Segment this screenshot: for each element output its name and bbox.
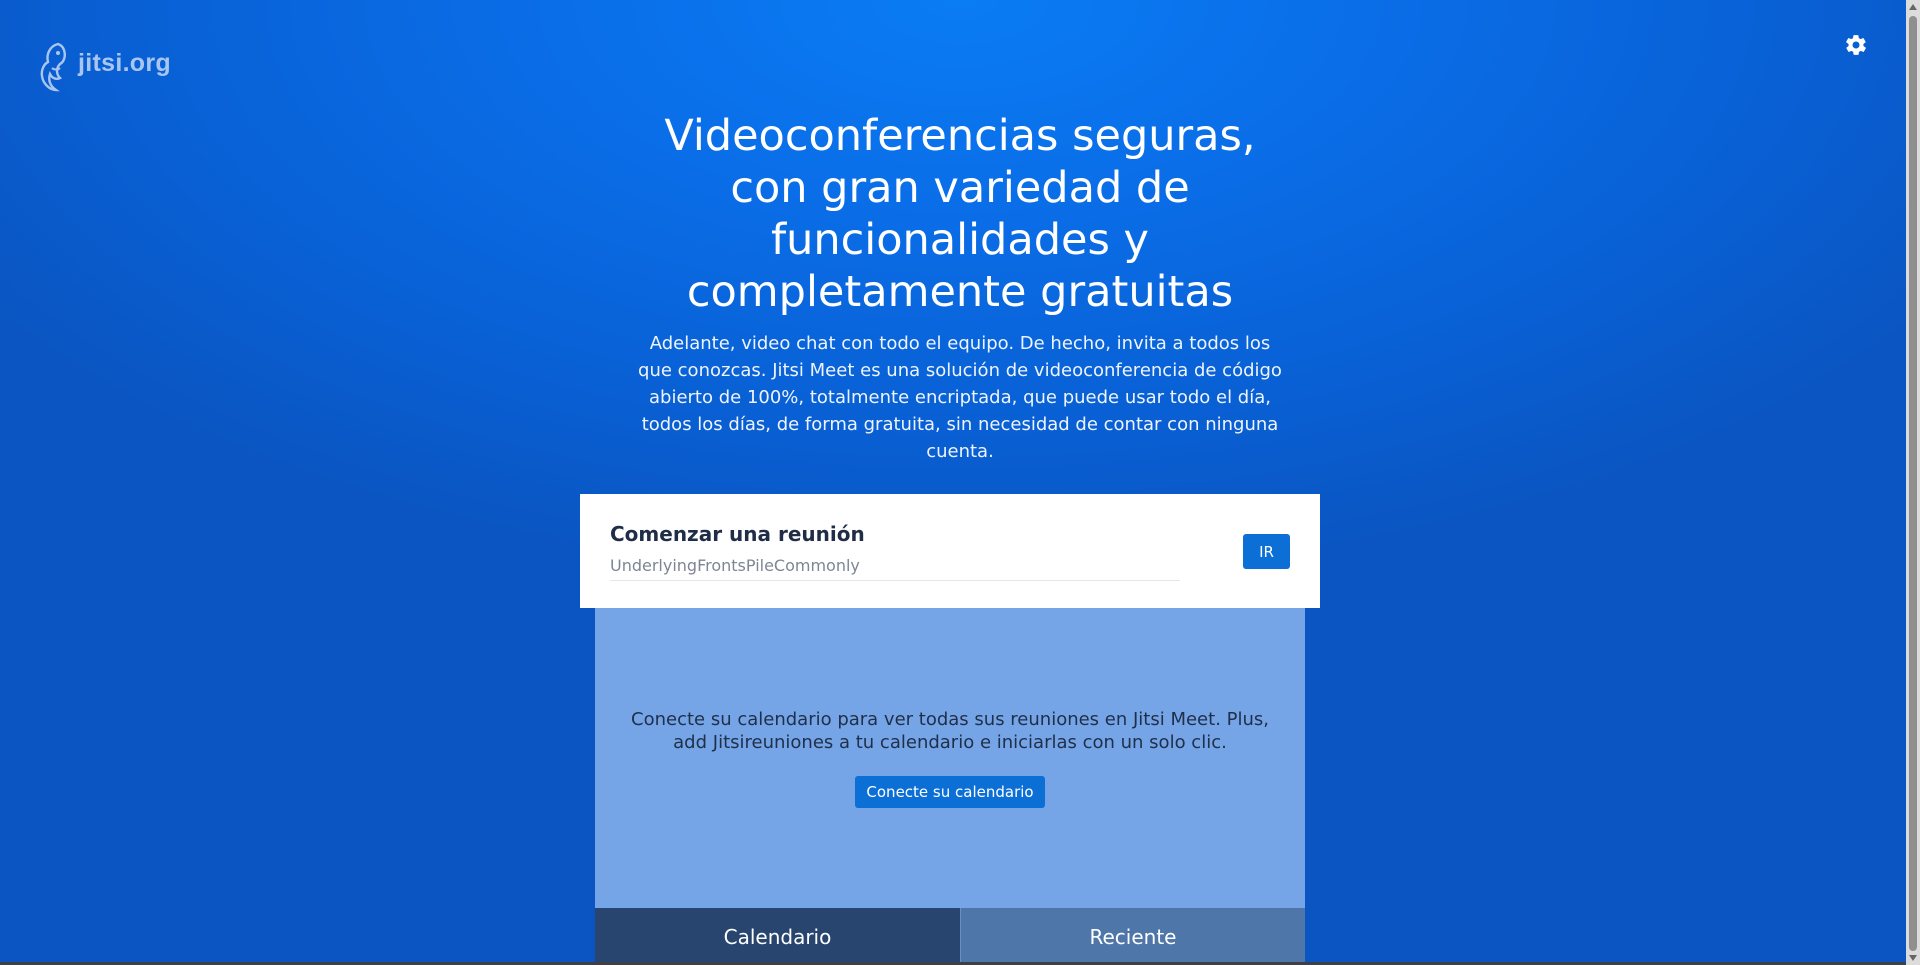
hero-description: Adelante, video chat con todo el equipo.…: [638, 333, 1282, 462]
scrollbar-thumb[interactable]: [1909, 16, 1917, 951]
tab-bar: Calendario Reciente: [595, 908, 1305, 965]
tab-recent[interactable]: Reciente: [960, 908, 1305, 965]
jitsi-logo[interactable]: jitsi.org: [36, 40, 171, 94]
settings-button[interactable]: [1844, 33, 1868, 57]
vertical-scrollbar[interactable]: [1906, 0, 1920, 965]
tab-calendar[interactable]: Calendario: [595, 908, 960, 965]
scroll-up-arrow-icon[interactable]: [1909, 4, 1917, 10]
logo-text: jitsi.org: [78, 48, 171, 77]
calendar-panel: Conecte su calendario para ver todas sus…: [595, 608, 1305, 908]
jitsi-mascot-icon: [40, 42, 66, 92]
start-meeting-card: Comenzar una reunión IR: [580, 494, 1320, 608]
go-button[interactable]: IR: [1243, 534, 1290, 569]
hero-section: Videoconferencias seguras, con gran vari…: [0, 110, 1920, 465]
connect-calendar-button[interactable]: Conecte su calendario: [855, 776, 1045, 808]
scroll-down-arrow-icon[interactable]: [1909, 955, 1917, 961]
hero-title: Videoconferencias seguras, con gran vari…: [664, 111, 1256, 317]
start-meeting-title: Comenzar una reunión: [610, 522, 865, 546]
room-name-input[interactable]: [610, 551, 1180, 581]
gear-icon: [1846, 35, 1866, 55]
calendar-message: Conecte su calendario para ver todas sus…: [631, 709, 1269, 753]
